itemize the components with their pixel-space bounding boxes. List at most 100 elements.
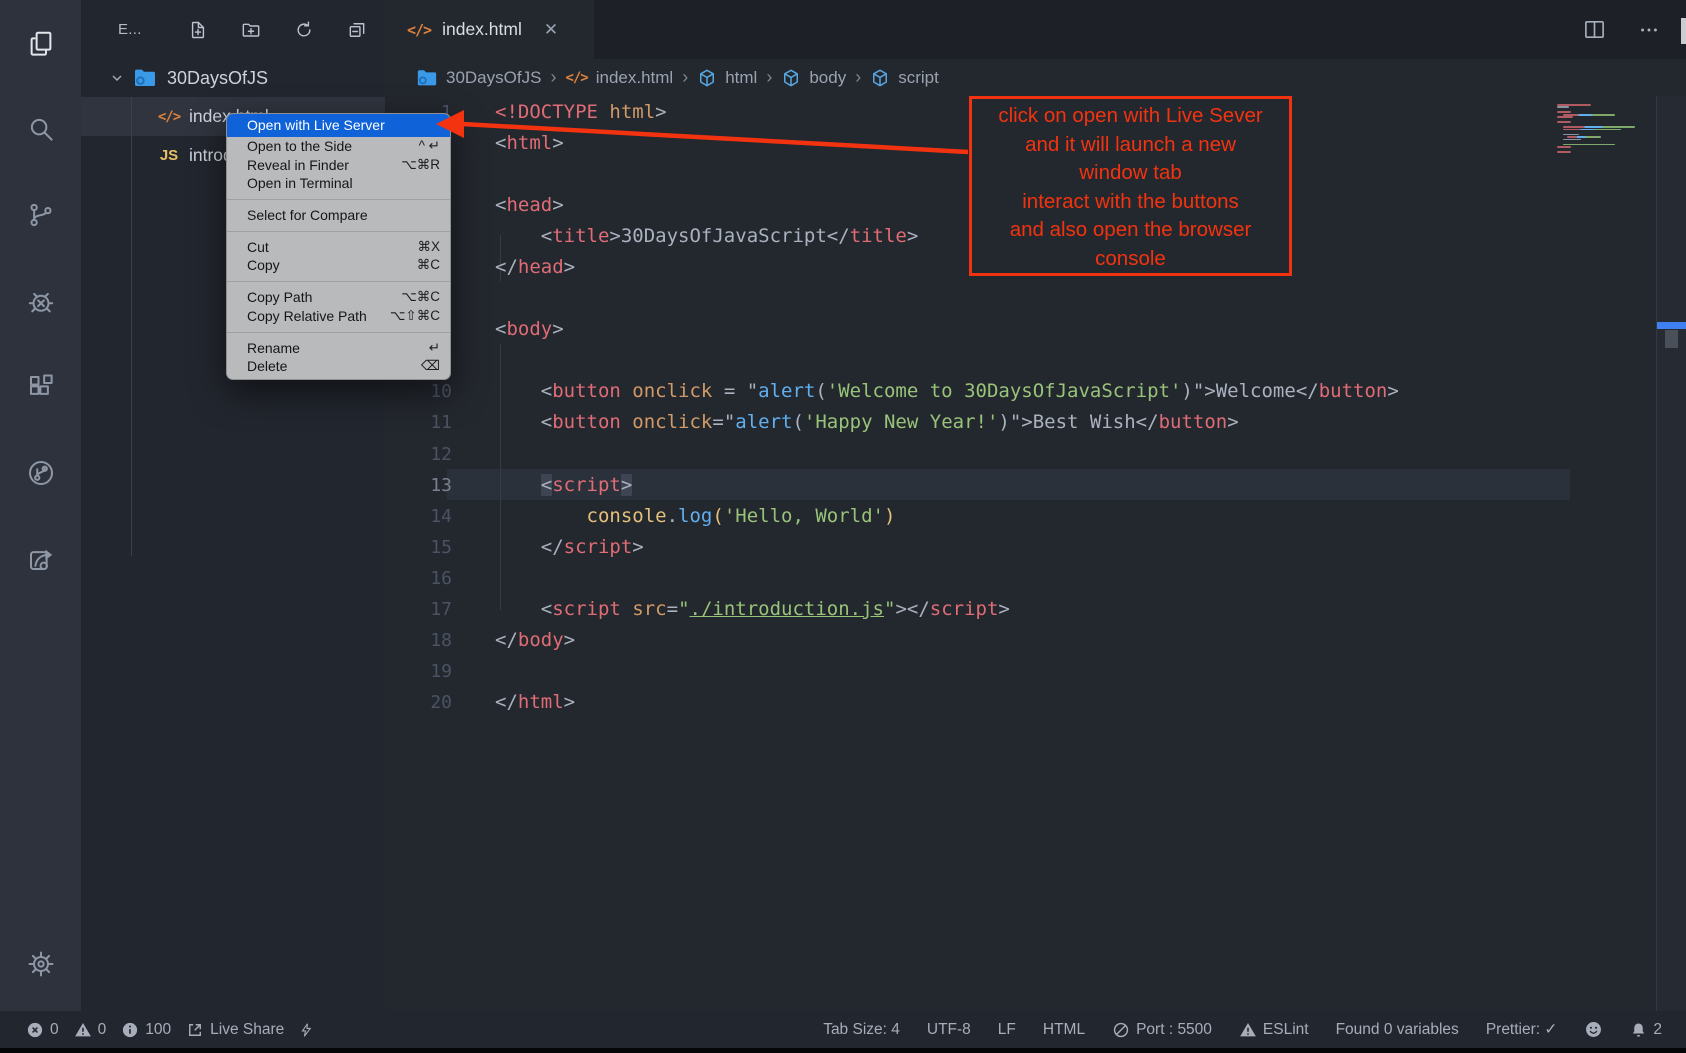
status-prettier-[interactable]: Prettier: ✓ xyxy=(1486,1020,1558,1039)
live-share-icon[interactable] xyxy=(0,536,81,582)
status-tab-size-4[interactable]: Tab Size: 4 xyxy=(823,1021,900,1039)
cube-icon xyxy=(870,68,890,88)
folder-icon xyxy=(416,67,438,89)
minimap-row xyxy=(1557,114,1652,116)
breadcrumb-item-index-html[interactable]: </>index.html xyxy=(565,68,673,88)
menu-shortcut: ⌥⌘R xyxy=(401,156,440,175)
breadcrumb-item-script[interactable]: script xyxy=(870,68,939,88)
minimap-row xyxy=(1557,106,1652,108)
warning-icon xyxy=(1239,1021,1257,1039)
code-line-11[interactable]: 11 <button onclick="alert('Happy New Yea… xyxy=(385,407,1399,438)
menu-item-delete[interactable]: Delete⌫ xyxy=(227,357,450,376)
more-actions-icon[interactable] xyxy=(1638,19,1660,41)
extensions-icon[interactable] xyxy=(0,364,81,410)
close-icon[interactable]: ✕ xyxy=(544,20,558,40)
menu-item-open-in-terminal[interactable]: Open in Terminal xyxy=(227,174,450,193)
smiley-icon xyxy=(1584,1020,1603,1039)
line-number: 18 xyxy=(385,625,452,656)
line-number: 17 xyxy=(385,594,452,625)
tree-folder-30daysofjs[interactable]: 30DaysOfJS xyxy=(81,59,385,97)
status-100[interactable]: 100 xyxy=(121,1021,171,1039)
menu-item-copy-path[interactable]: Copy Path⌥⌘C xyxy=(227,288,450,307)
minimap-row xyxy=(1557,149,1652,151)
refresh-icon[interactable] xyxy=(294,20,314,40)
code-line-8[interactable]: 8<body> xyxy=(385,314,1399,345)
tab-index-html[interactable]: </> index.html ✕ xyxy=(385,0,594,59)
code-line-16[interactable]: 16 xyxy=(385,563,1399,594)
source-control-icon[interactable] xyxy=(0,192,81,238)
menu-item-reveal-in-finder[interactable]: Reveal in Finder⌥⌘R xyxy=(227,156,450,175)
status-0[interactable]: 0 xyxy=(74,1021,107,1039)
annotation-line: console xyxy=(972,245,1289,274)
search-icon[interactable] xyxy=(0,106,81,152)
breadcrumb-separator: › xyxy=(855,67,861,88)
split-editor-icon[interactable] xyxy=(1583,18,1606,41)
minimap-row xyxy=(1557,121,1652,123)
line-content: <script> xyxy=(495,470,632,501)
breadcrumb-item-body[interactable]: body xyxy=(781,68,846,88)
scrollbar-gutter xyxy=(1656,96,1686,1011)
line-number: 12 xyxy=(385,439,452,470)
settings-gear-icon[interactable] xyxy=(0,941,81,987)
status-bolt[interactable] xyxy=(299,1021,314,1039)
status-lf[interactable]: LF xyxy=(998,1021,1016,1039)
minimap-row xyxy=(1557,136,1652,138)
minimap[interactable] xyxy=(1557,104,1652,154)
code-line-10[interactable]: 10 <button onclick = "alert('Welcome to … xyxy=(385,376,1399,407)
menu-item-open-to-the-side[interactable]: Open to the Side^ ↵ xyxy=(227,137,450,156)
scrollbar-thumb[interactable] xyxy=(1665,330,1678,348)
new-file-icon[interactable] xyxy=(188,20,208,40)
status-utf-8[interactable]: UTF-8 xyxy=(927,1021,971,1039)
circle-branch-icon[interactable] xyxy=(0,450,81,496)
code-line-7[interactable]: 7 xyxy=(385,283,1399,314)
menu-item-copy-relative-path[interactable]: Copy Relative Path⌥⇧⌘C xyxy=(227,307,450,326)
status-port-5500[interactable]: Port : 5500 xyxy=(1112,1021,1212,1039)
menu-separator xyxy=(227,281,450,282)
html-file-icon: </> xyxy=(155,109,183,125)
breadcrumb: 30DaysOfJS›</>index.html›html›body›scrip… xyxy=(385,59,1686,96)
breadcrumb-item-html[interactable]: html xyxy=(697,68,757,88)
collapse-all-icon[interactable] xyxy=(347,20,367,40)
line-number: 20 xyxy=(385,687,452,718)
menu-item-open-with-live-server[interactable]: Open with Live Server xyxy=(227,114,450,137)
status-found-0-variables[interactable]: Found 0 variables xyxy=(1336,1021,1459,1039)
menu-item-select-for-compare[interactable]: Select for Compare xyxy=(227,206,450,225)
code-line-15[interactable]: 15 </script> xyxy=(385,532,1399,563)
tutorial-annotation: click on open with Live Severand it will… xyxy=(969,96,1292,276)
status-eslint[interactable]: ESLint xyxy=(1239,1021,1309,1039)
code-line-20[interactable]: 20</html> xyxy=(385,687,1399,718)
line-number: 13 xyxy=(385,470,452,501)
code-line-18[interactable]: 18</body> xyxy=(385,625,1399,656)
annotation-line: and also open the browser xyxy=(972,216,1289,245)
bolt-icon xyxy=(299,1021,314,1039)
line-number: 10 xyxy=(385,376,452,407)
debug-icon[interactable] xyxy=(0,279,81,325)
menu-shortcut: ⌘X xyxy=(417,238,440,257)
menu-item-copy[interactable]: Copy⌘C xyxy=(227,256,450,275)
line-content: <script src="./introduction.js"></script… xyxy=(495,594,1010,625)
status-smiley[interactable] xyxy=(1584,1020,1603,1039)
status-0[interactable]: 0 xyxy=(26,1021,59,1039)
explorer-icon[interactable] xyxy=(0,21,81,67)
code-line-17[interactable]: 17 <script src="./introduction.js"></scr… xyxy=(385,594,1399,625)
menu-item-cut[interactable]: Cut⌘X xyxy=(227,238,450,257)
code-line-13[interactable]: 13 <script> xyxy=(385,470,1399,501)
minimap-row xyxy=(1557,139,1652,141)
code-line-19[interactable]: 19 xyxy=(385,656,1399,687)
editor-actions xyxy=(1583,0,1660,59)
line-number: 19 xyxy=(385,656,452,687)
status-2[interactable]: 2 xyxy=(1630,1021,1662,1039)
minimap-row xyxy=(1557,126,1652,128)
bell-icon xyxy=(1630,1021,1647,1039)
code-line-14[interactable]: 14 console.log('Hello, World') xyxy=(385,501,1399,532)
status-live-share[interactable]: Live Share xyxy=(186,1021,284,1039)
line-content: console.log('Hello, World') xyxy=(495,501,895,532)
code-line-12[interactable]: 12 xyxy=(385,439,1399,470)
code-line-9[interactable]: 9 xyxy=(385,345,1399,376)
status-html[interactable]: HTML xyxy=(1043,1021,1085,1039)
line-number: 14 xyxy=(385,501,452,532)
menu-separator xyxy=(227,199,450,200)
menu-item-rename[interactable]: Rename↵ xyxy=(227,339,450,358)
breadcrumb-item-30daysofjs[interactable]: 30DaysOfJS xyxy=(416,67,541,89)
new-folder-icon[interactable] xyxy=(241,20,261,40)
